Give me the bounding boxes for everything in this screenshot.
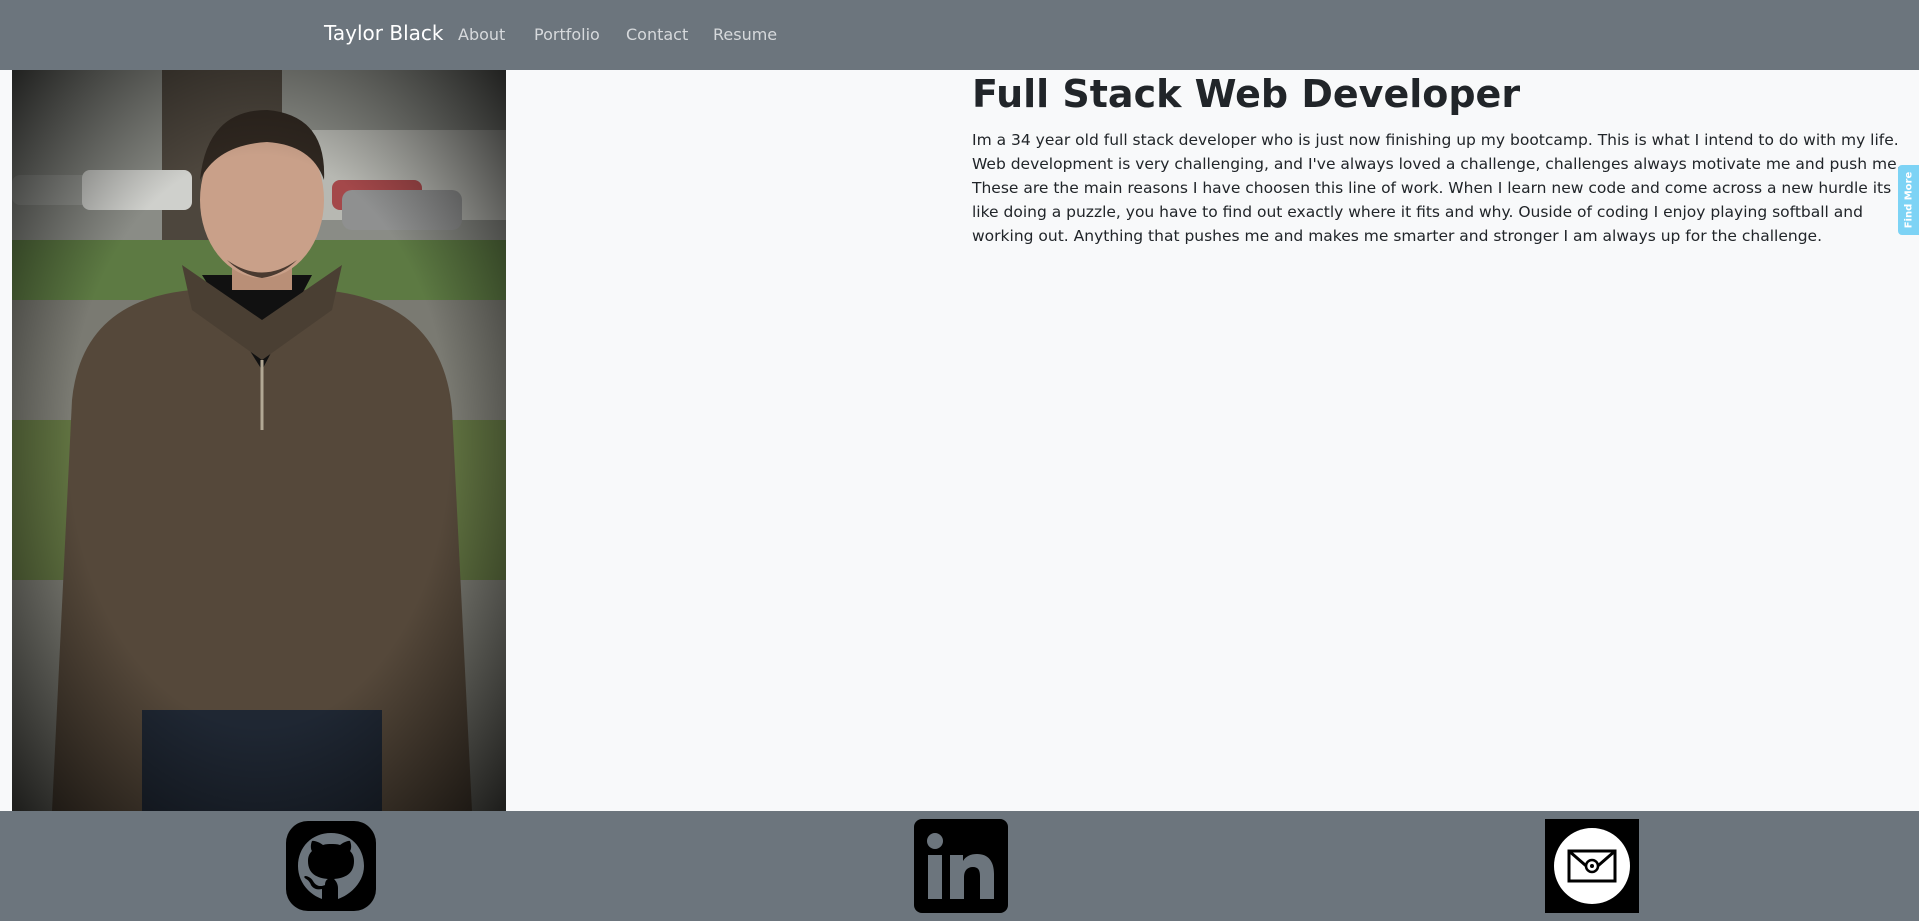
- github-link[interactable]: [284, 819, 378, 913]
- github-icon: [286, 821, 376, 911]
- page-title: Full Stack Web Developer: [972, 72, 1521, 116]
- footer: [0, 811, 1919, 921]
- email-icon: [1545, 819, 1639, 913]
- nav-link-resume[interactable]: Resume: [713, 25, 777, 44]
- brand-link[interactable]: Taylor Black: [324, 21, 443, 45]
- nav-link-portfolio[interactable]: Portfolio: [534, 25, 600, 44]
- email-link[interactable]: [1545, 819, 1639, 913]
- bio-text: Im a 34 year old full stack developer wh…: [972, 131, 1902, 245]
- find-more-tab[interactable]: Find More: [1898, 165, 1919, 235]
- navbar: Taylor Black About Portfolio Contact Res…: [0, 0, 1919, 70]
- find-more-label: Find More: [1903, 171, 1914, 229]
- nav-link-about[interactable]: About: [458, 25, 505, 44]
- linkedin-icon: [914, 819, 1008, 913]
- profile-photo: [12, 70, 506, 811]
- linkedin-link[interactable]: [914, 819, 1008, 913]
- nav-link-contact[interactable]: Contact: [626, 25, 688, 44]
